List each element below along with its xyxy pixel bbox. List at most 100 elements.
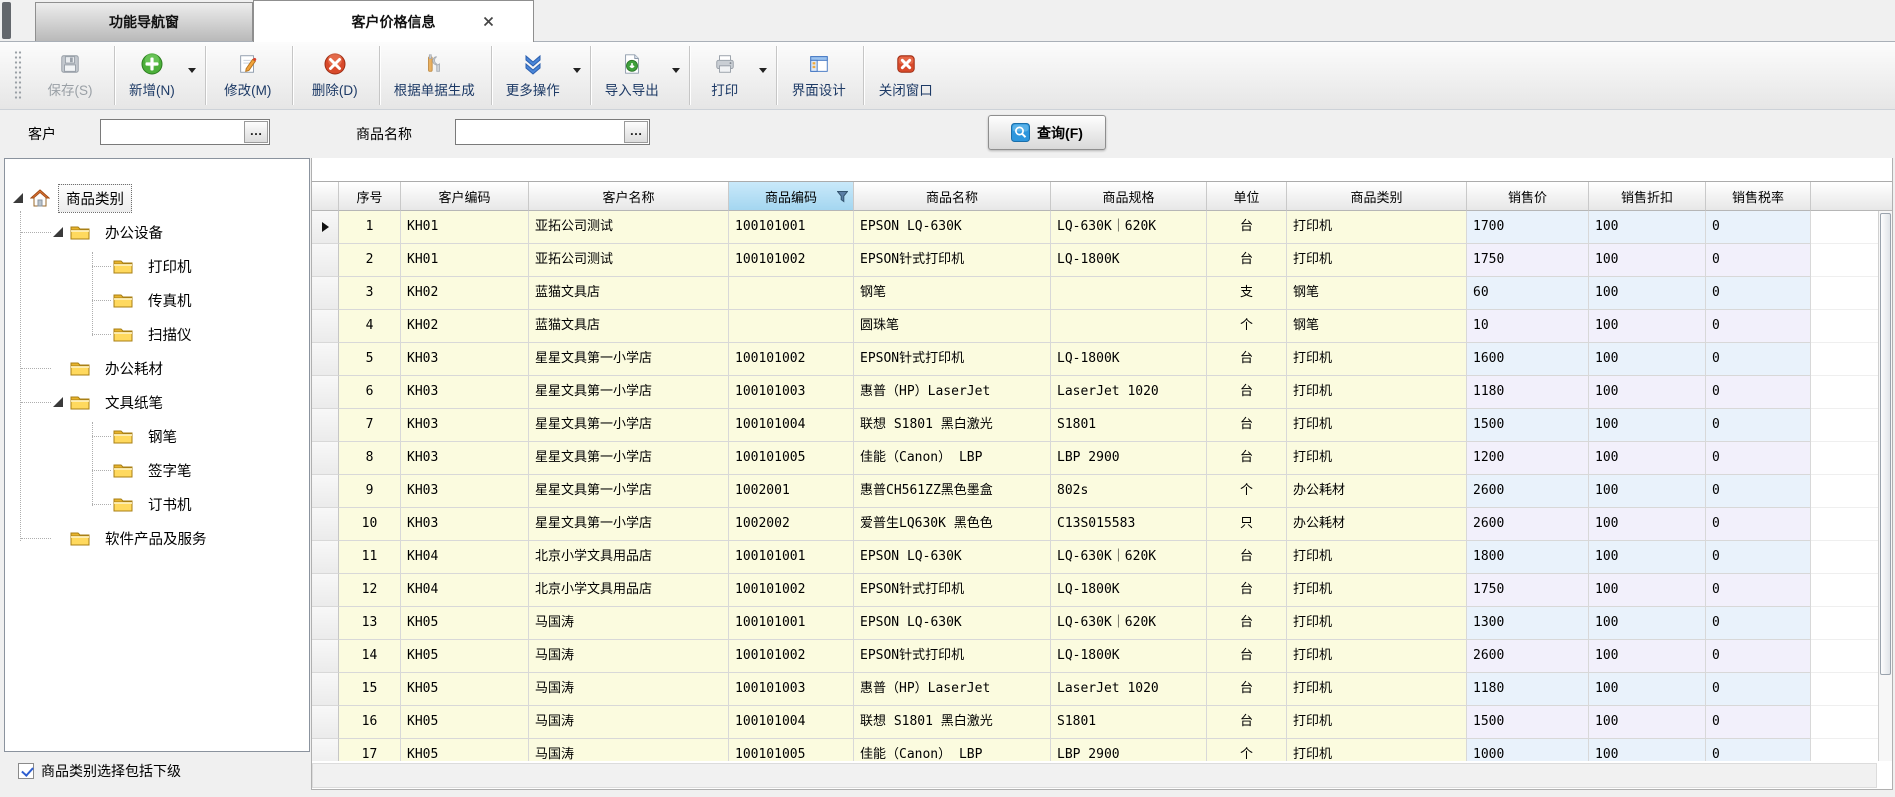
table-cell[interactable] [1051, 310, 1207, 343]
table-cell[interactable]: 16 [339, 706, 401, 739]
add-button[interactable]: 新增(N) [115, 42, 205, 109]
table-row[interactable]: 6KH03星星文具第一小学店100101003惠普（HP）LaserJetLas… [312, 376, 1892, 409]
table-cell[interactable]: 100 [1589, 706, 1706, 739]
table-cell[interactable]: 2600 [1467, 475, 1589, 508]
horizontal-scrollbar[interactable] [312, 763, 1877, 788]
column-header[interactable]: 客户名称 [529, 182, 729, 211]
table-cell[interactable]: 100 [1589, 244, 1706, 277]
table-cell[interactable]: 100 [1589, 574, 1706, 607]
table-cell[interactable]: 100101005 [729, 442, 854, 475]
table-cell[interactable]: LaserJet 1020 [1051, 673, 1207, 706]
table-cell[interactable]: LQ-630K｜620K [1051, 541, 1207, 574]
table-cell[interactable]: 爱普生LQ630K 黑色色 [854, 508, 1051, 541]
tree-item[interactable]: 订书机 [5, 487, 309, 521]
include-sublevel-checkbox[interactable] [18, 763, 34, 779]
print-button[interactable]: 打印 [690, 42, 776, 109]
table-cell[interactable]: S1801 [1051, 706, 1207, 739]
tree-item-label[interactable]: 软件产品及服务 [98, 525, 214, 552]
table-cell[interactable]: KH03 [401, 508, 529, 541]
tree-item[interactable]: 传真机 [5, 283, 309, 317]
table-cell[interactable]: 1002001 [729, 475, 854, 508]
table-row[interactable]: 7KH03星星文具第一小学店100101004联想 S1801 黑白激光S180… [312, 409, 1892, 442]
table-cell[interactable]: 打印机 [1287, 541, 1467, 574]
row-indicator-cell[interactable] [312, 310, 339, 343]
table-row[interactable]: 14KH05马国涛100101002EPSON针式打印机LQ-1800K台打印机… [312, 640, 1892, 673]
row-indicator-header[interactable] [312, 182, 339, 211]
table-cell[interactable]: 0 [1706, 673, 1811, 706]
table-row[interactable]: 9KH03星星文具第一小学店1002001惠普CH561ZZ黑色墨盒802s个办… [312, 475, 1892, 508]
row-indicator-cell[interactable] [312, 211, 339, 244]
table-cell[interactable]: 17 [339, 739, 401, 761]
filter-icon[interactable] [837, 191, 848, 206]
table-cell[interactable]: 打印机 [1287, 211, 1467, 244]
table-cell[interactable]: 1180 [1467, 673, 1589, 706]
table-cell[interactable]: 台 [1207, 673, 1287, 706]
table-cell[interactable]: LQ-1800K [1051, 244, 1207, 277]
column-header[interactable]: 商品名称 [854, 182, 1051, 211]
table-cell[interactable]: 100 [1589, 508, 1706, 541]
table-cell[interactable]: 100 [1589, 343, 1706, 376]
table-cell[interactable]: 1 [339, 211, 401, 244]
tree-item[interactable]: 软件产品及服务 [5, 521, 309, 555]
row-indicator-cell[interactable] [312, 277, 339, 310]
table-cell[interactable]: EPSON LQ-630K [854, 211, 1051, 244]
table-cell[interactable]: 台 [1207, 607, 1287, 640]
column-header[interactable]: 销售折扣 [1589, 182, 1706, 211]
row-indicator-cell[interactable] [312, 475, 339, 508]
row-indicator-cell[interactable] [312, 442, 339, 475]
table-cell[interactable]: 北京小学文具用品店 [529, 541, 729, 574]
table-cell[interactable]: 7 [339, 409, 401, 442]
table-cell[interactable]: 100 [1589, 739, 1706, 761]
table-cell[interactable]: 100101003 [729, 376, 854, 409]
table-cell[interactable]: 台 [1207, 211, 1287, 244]
table-cell[interactable]: 办公耗材 [1287, 508, 1467, 541]
query-button[interactable]: 查询(F) [988, 115, 1106, 150]
row-indicator-cell[interactable] [312, 574, 339, 607]
product-filter-input[interactable] [456, 120, 624, 144]
table-cell[interactable]: LQ-630K｜620K [1051, 211, 1207, 244]
table-cell[interactable]: 0 [1706, 310, 1811, 343]
table-cell[interactable]: 个 [1207, 475, 1287, 508]
table-cell[interactable]: 2600 [1467, 508, 1589, 541]
table-cell[interactable]: 台 [1207, 640, 1287, 673]
table-row[interactable]: 13KH05马国涛100101001EPSON LQ-630KLQ-630K｜6… [312, 607, 1892, 640]
table-row[interactable]: 15KH05马国涛100101003惠普（HP）LaserJetLaserJet… [312, 673, 1892, 706]
table-cell[interactable]: 只 [1207, 508, 1287, 541]
table-cell[interactable]: 13 [339, 607, 401, 640]
vertical-scrollbar-thumb[interactable] [1880, 213, 1891, 675]
table-cell[interactable]: 8 [339, 442, 401, 475]
table-cell[interactable]: LQ-1800K [1051, 343, 1207, 376]
panel-grip[interactable] [2, 2, 11, 39]
tree-expander-icon[interactable] [53, 397, 63, 407]
table-cell[interactable]: KH02 [401, 310, 529, 343]
table-cell[interactable]: 1600 [1467, 343, 1589, 376]
table-cell[interactable]: 台 [1207, 376, 1287, 409]
table-row[interactable]: 3KH02蓝猫文具店钢笔支钢笔601000 [312, 277, 1892, 310]
customer-filter-input[interactable] [101, 120, 244, 144]
table-cell[interactable]: 佳能（Canon） LBP [854, 442, 1051, 475]
table-cell[interactable]: 100101002 [729, 244, 854, 277]
table-cell[interactable]: 12 [339, 574, 401, 607]
table-cell[interactable]: 台 [1207, 541, 1287, 574]
table-cell[interactable]: 圆珠笔 [854, 310, 1051, 343]
tree-item[interactable]: 钢笔 [5, 419, 309, 453]
table-cell[interactable]: 2600 [1467, 640, 1589, 673]
table-cell[interactable]: 惠普（HP）LaserJet [854, 673, 1051, 706]
table-cell[interactable]: 0 [1706, 640, 1811, 673]
table-cell[interactable]: 100 [1589, 442, 1706, 475]
table-cell[interactable]: 1750 [1467, 574, 1589, 607]
table-row[interactable]: 10KH03星星文具第一小学店1002002爱普生LQ630K 黑色色C13S0… [312, 508, 1892, 541]
table-cell[interactable]: LQ-1800K [1051, 640, 1207, 673]
table-cell[interactable]: 0 [1706, 607, 1811, 640]
table-cell[interactable]: KH05 [401, 640, 529, 673]
table-cell[interactable]: 0 [1706, 376, 1811, 409]
table-cell[interactable]: LQ-630K｜620K [1051, 607, 1207, 640]
table-cell[interactable]: 100 [1589, 640, 1706, 673]
table-cell[interactable]: 802s [1051, 475, 1207, 508]
table-cell[interactable]: 亚拓公司测试 [529, 211, 729, 244]
table-cell[interactable]: 60 [1467, 277, 1589, 310]
table-cell[interactable]: 100 [1589, 310, 1706, 343]
tree-item-label[interactable]: 办公设备 [98, 219, 170, 246]
table-cell[interactable]: 100 [1589, 409, 1706, 442]
table-cell[interactable]: KH05 [401, 607, 529, 640]
